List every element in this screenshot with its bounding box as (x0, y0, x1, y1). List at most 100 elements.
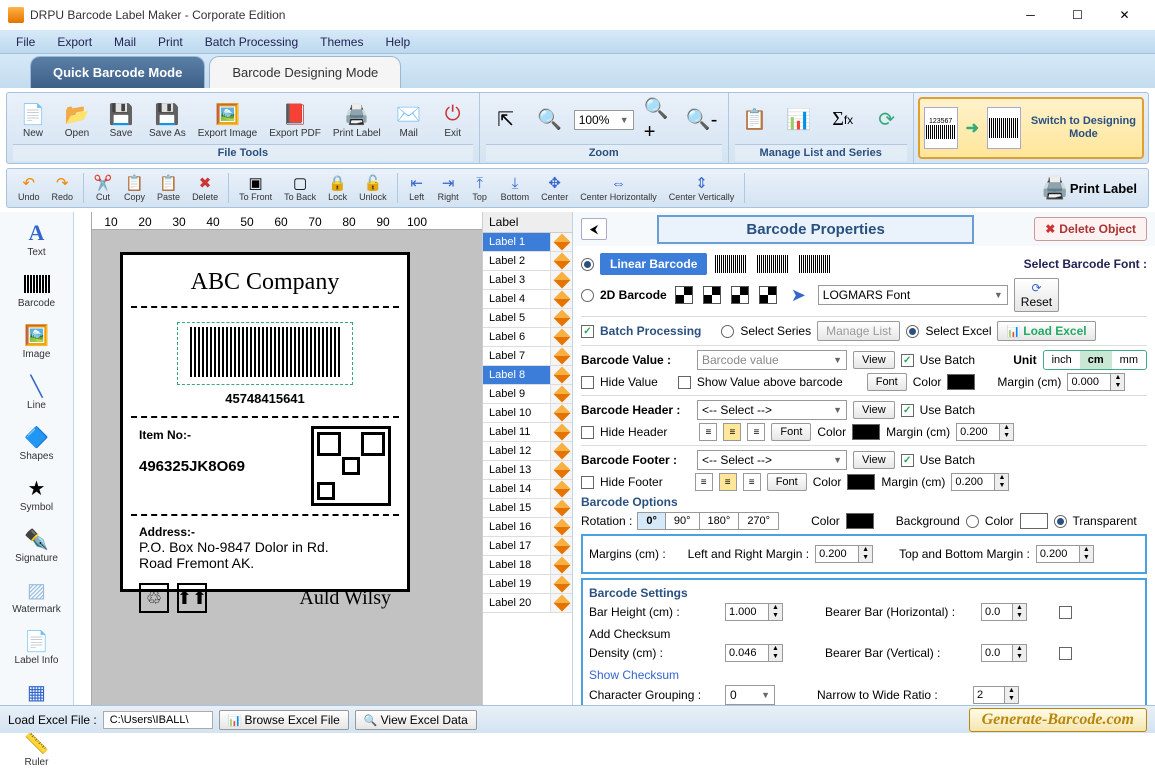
open-button[interactable]: 📂Open (57, 98, 97, 141)
label-list-item[interactable]: Label 17 (483, 537, 572, 556)
bg-color-radio[interactable] (966, 515, 979, 528)
header-align-center[interactable]: ≡ (723, 423, 741, 441)
header-combo[interactable]: <-- Select -->▼ (697, 400, 847, 420)
label-list-item[interactable]: Label 12 (483, 442, 572, 461)
label-list-item[interactable]: Label 19 (483, 575, 572, 594)
header-font-button[interactable]: Font (771, 423, 811, 441)
edit-icon[interactable] (550, 404, 572, 422)
header-color-swatch[interactable] (852, 424, 880, 440)
tb-margin-spinner[interactable]: ▲▼ (1036, 545, 1094, 563)
menu-file[interactable]: File (6, 32, 45, 52)
label-list-item[interactable]: Label 18 (483, 556, 572, 575)
copy-button[interactable]: 📋Copy (119, 173, 150, 203)
zoom-in-button[interactable]: 🔍+ (638, 104, 678, 136)
export-pdf-button[interactable]: 📕Export PDF (265, 98, 325, 141)
edit-icon[interactable] (550, 480, 572, 498)
saveas-button[interactable]: 💾Save As (145, 98, 190, 141)
tool-text[interactable]: AText (0, 216, 73, 263)
edit-icon[interactable] (550, 442, 572, 460)
bar-height-spinner[interactable]: ▲▼ (725, 603, 783, 621)
paste-button[interactable]: 📋Paste (152, 173, 185, 203)
density-spinner[interactable]: ▲▼ (725, 644, 783, 662)
show-above-check[interactable] (678, 376, 691, 389)
footer-align-center[interactable]: ≡ (719, 473, 737, 491)
edit-icon[interactable] (550, 290, 572, 308)
header-margin-spinner[interactable]: ▲▼ (956, 423, 1014, 441)
view-header-button[interactable]: View (853, 401, 895, 419)
bearer-v-spinner[interactable]: ▲▼ (981, 644, 1027, 662)
edit-icon[interactable] (550, 328, 572, 346)
edit-icon[interactable] (550, 366, 572, 384)
label-list-item[interactable]: Label 5 (483, 309, 572, 328)
load-excel-button[interactable]: 📊 Load Excel (997, 321, 1095, 341)
exit-button[interactable]: ⏻Exit (433, 98, 473, 141)
edit-icon[interactable] (550, 499, 572, 517)
footer-margin-spinner[interactable]: ▲▼ (951, 473, 1009, 491)
center-v-button[interactable]: ⇕Center Vertically (664, 173, 740, 203)
view-button[interactable]: View (853, 351, 895, 369)
use-batch-check[interactable] (901, 354, 914, 367)
tool-shapes[interactable]: 🔷Shapes (0, 420, 73, 467)
menu-batch[interactable]: Batch Processing (195, 32, 308, 52)
align-center-button[interactable]: ✥Center (536, 173, 573, 203)
narrow-spinner[interactable]: ▲▼ (973, 686, 1019, 704)
tool-watermark[interactable]: ▨Watermark (0, 573, 73, 620)
tool-image[interactable]: 🖼️Image (0, 318, 73, 365)
footer-combo[interactable]: <-- Select -->▼ (697, 450, 847, 470)
tab-quick-barcode[interactable]: Quick Barcode Mode (30, 56, 205, 88)
radio-linear[interactable] (581, 258, 594, 271)
edit-icon[interactable] (550, 385, 572, 403)
excel-path-field[interactable]: C:\Users\IBALL\ (103, 711, 213, 729)
tool-ruler[interactable]: 📏Ruler (0, 726, 73, 773)
tool-line[interactable]: ╲Line (0, 369, 73, 416)
print-label-button[interactable]: 🖨️Print Label (329, 98, 385, 141)
font-button[interactable]: Font (867, 373, 907, 391)
edit-icon[interactable] (550, 594, 572, 612)
footer-align-left[interactable]: ≡ (695, 473, 713, 491)
label-list-item[interactable]: Label 3 (483, 271, 572, 290)
new-button[interactable]: 📄New (13, 98, 53, 141)
lock-button[interactable]: 🔒Lock (323, 173, 352, 203)
header-align-right[interactable]: ≡ (747, 423, 765, 441)
align-left-button[interactable]: ⇤Left (403, 173, 431, 203)
to-front-button[interactable]: ▣To Front (234, 173, 277, 203)
manage-list-btn[interactable]: Manage List (817, 321, 900, 341)
label-list-item[interactable]: Label 11 (483, 423, 572, 442)
label-list-item[interactable]: Label 9 (483, 385, 572, 404)
menu-print[interactable]: Print (148, 32, 193, 52)
edit-icon[interactable] (550, 575, 572, 593)
hide-footer-check[interactable] (581, 476, 594, 489)
value-margin-spinner[interactable]: ▲▼ (1067, 373, 1125, 391)
tool-signature[interactable]: ✒️Signature (0, 522, 73, 569)
edit-icon[interactable] (550, 461, 572, 479)
footer-color-swatch[interactable] (847, 474, 875, 490)
label-list-item[interactable]: Label 2 (483, 252, 572, 271)
label-list-item[interactable]: Label 6 (483, 328, 572, 347)
zoom-icon[interactable]: 🔍 (530, 104, 570, 136)
radio-2d[interactable] (581, 289, 594, 302)
align-top-button[interactable]: ⤒Top (466, 173, 494, 203)
zoom-combo[interactable]: 100%▼ (574, 110, 634, 130)
edit-icon[interactable] (550, 271, 572, 289)
reset-button[interactable]: ⟳Reset (1014, 278, 1059, 312)
hide-header-check[interactable] (581, 426, 594, 439)
close-button[interactable]: ✕ (1102, 3, 1147, 28)
align-bottom-button[interactable]: ⤓Bottom (496, 173, 535, 203)
menu-export[interactable]: Export (47, 32, 102, 52)
edit-icon[interactable] (550, 423, 572, 441)
bearer-h-spinner[interactable]: ▲▼ (981, 603, 1027, 621)
edit-icon[interactable] (550, 252, 572, 270)
label-list-item[interactable]: Label 8 (483, 366, 572, 385)
label-list-item[interactable]: Label 14 (483, 480, 572, 499)
label-list-item[interactable]: Label 4 (483, 290, 572, 309)
edit-icon[interactable] (550, 518, 572, 536)
footer-align-right[interactable]: ≡ (743, 473, 761, 491)
header-align-left[interactable]: ≡ (699, 423, 717, 441)
edit-icon[interactable] (550, 233, 572, 251)
view-excel-data-button[interactable]: 🔍 View Excel Data (355, 710, 477, 730)
value-color-swatch[interactable] (947, 374, 975, 390)
maximize-button[interactable]: ☐ (1055, 3, 1100, 28)
label-list-item[interactable]: Label 15 (483, 499, 572, 518)
show-checksum-check[interactable] (1059, 647, 1072, 660)
radio-select-excel[interactable] (906, 325, 919, 338)
